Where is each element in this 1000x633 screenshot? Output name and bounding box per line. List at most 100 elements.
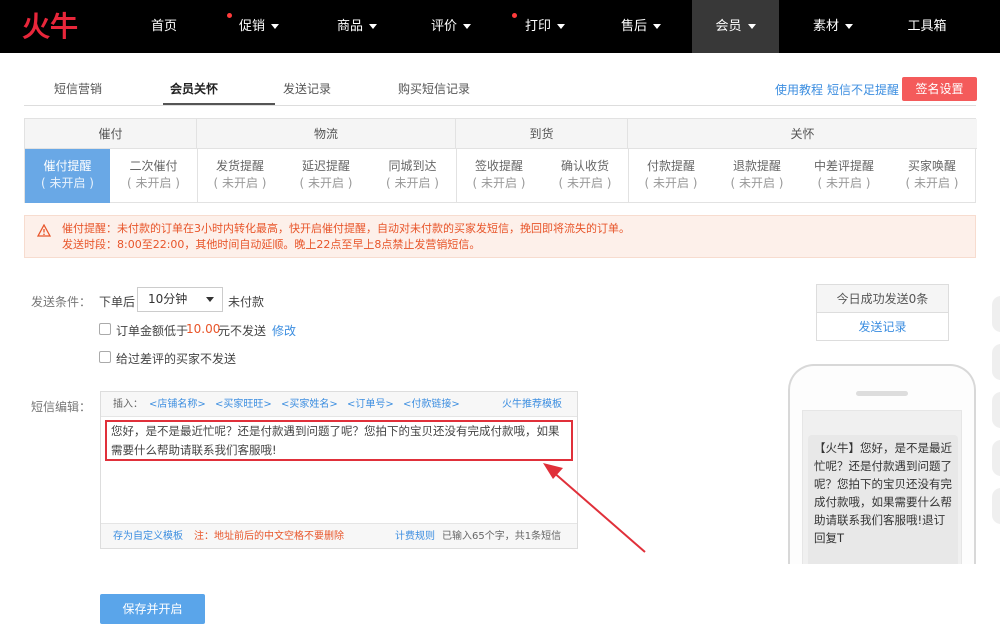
nav-home-label: 首页 (150, 19, 177, 34)
sms-content-textarea[interactable]: 您好，是不是最近忙呢？还是付款遇到问题了呢？您拍下的宝贝还没有完成付款哦，如果需… (105, 420, 573, 461)
tab-send-records[interactable]: 发送记录 (283, 80, 331, 97)
nav-material[interactable]: 素材 (800, 0, 866, 53)
chevron-down-icon (557, 24, 565, 29)
insert-label: 插入： (113, 399, 143, 410)
category-same-city[interactable]: 同城到达 ( 未开启 ) (369, 149, 456, 203)
top-navbar: 火牛 首页 促销 商品 评价 打印 售后 会员 素材 工具箱 (0, 0, 1000, 53)
insert-buyer-name[interactable]: <买家姓名> (281, 392, 338, 417)
category-label: 付款提醒 (646, 159, 695, 173)
save-and-enable-button[interactable]: 保存并开启 (100, 594, 205, 624)
warning-banner: 催付提醒：未付款的订单在3小时内转化最高，快开启催付提醒，自动对未付款的买家发短… (24, 215, 976, 258)
category-status: ( 未开启 ) (730, 176, 784, 190)
category-confirm-receipt[interactable]: 确认收货 ( 未开启 ) (542, 149, 628, 203)
nav-material-label: 素材 (812, 19, 839, 34)
recommended-template-link[interactable]: 火牛推荐模板 (502, 392, 562, 417)
amount-threshold-value: 10.00 (186, 322, 221, 336)
warning-icon (37, 224, 51, 237)
category-second-urge[interactable]: 二次催付 ( 未开启 ) (110, 149, 197, 203)
insert-pay-link[interactable]: <付款链接> (403, 392, 460, 417)
bad-review-checkbox[interactable] (99, 351, 111, 363)
category-refund[interactable]: 退款提醒 ( 未开启 ) (714, 149, 800, 203)
editor-toolbar: 插入： <店铺名称> <买家旺旺> <买家姓名> <订单号> <付款链接> 火牛… (101, 392, 577, 417)
category-label: 确认收货 (560, 159, 609, 173)
side-float-button[interactable] (992, 488, 1000, 524)
address-space-note: 注：地址前后的中文空格不要删除 (194, 531, 344, 542)
category-label: 延迟提醒 (301, 159, 350, 173)
side-float-button[interactable] (992, 392, 1000, 428)
nav-aftersale-label: 售后 (620, 19, 647, 34)
nav-promo[interactable]: 促销 (226, 0, 292, 53)
category-label: 催付提醒 (43, 159, 92, 173)
category-status: ( 未开启 ) (472, 176, 526, 190)
insert-buyer-wangwang[interactable]: <买家旺旺> (215, 392, 272, 417)
category-status: ( 未开启 ) (127, 176, 180, 190)
category-status: ( 未开启 ) (41, 176, 94, 190)
huoniu-logo[interactable]: 火牛 (22, 9, 88, 43)
nav-print[interactable]: 打印 (512, 0, 578, 53)
sms-edit-label: 短信编辑： (31, 400, 92, 414)
warning-line-2: 发送时段：8:00至22:00，其他时间自动延顺。晚上22点至早上8点禁止发营销… (62, 238, 481, 251)
chevron-down-icon (369, 24, 377, 29)
nav-toolbox[interactable]: 工具箱 (896, 0, 958, 53)
group-arrival: 到货 (456, 119, 628, 149)
nav-promo-label: 促销 (238, 19, 265, 34)
signature-settings-button[interactable]: 签名设置 (902, 77, 977, 101)
group-care: 关怀 (628, 119, 977, 149)
side-float-button[interactable] (992, 440, 1000, 476)
delay-select[interactable]: 10分钟 (137, 287, 223, 312)
nav-print-label: 打印 (524, 19, 551, 34)
nav-goods-label: 商品 (336, 19, 363, 34)
tutorial-link[interactable]: 使用教程 (775, 81, 823, 98)
nav-goods[interactable]: 商品 (324, 0, 390, 53)
chevron-down-icon (653, 24, 661, 29)
send-condition-label: 发送条件： (31, 295, 92, 309)
condition-suffix: 未付款 (228, 295, 265, 309)
delay-select-value: 10分钟 (148, 292, 188, 306)
category-payment[interactable]: 付款提醒 ( 未开启 ) (628, 149, 714, 203)
condition-prefix: 下单后 (99, 295, 136, 309)
side-float-button[interactable] (992, 344, 1000, 380)
amount-threshold-suffix: 元不发送 (218, 324, 267, 338)
phone-screen: 【火牛】您好，是不是最近忙呢？还是付款遇到问题了呢？您拍下的宝贝还没有完成付款哦… (802, 410, 962, 564)
editor-footer: 存为自定义模板 注：地址前后的中文空格不要删除 计费规则 已输入65个字，共1条… (101, 523, 577, 548)
category-label: 发货提醒 (215, 159, 264, 173)
category-label: 中差评提醒 (813, 159, 874, 173)
modify-amount-link[interactable]: 修改 (272, 322, 296, 339)
category-delay-notice[interactable]: 延迟提醒 ( 未开启 ) (283, 149, 369, 203)
tab-purchase-records[interactable]: 购买短信记录 (398, 80, 470, 97)
sms-preview-bubble: 【火牛】您好，是不是最近忙呢？还是付款遇到问题了呢？您拍下的宝贝还没有完成付款哦… (808, 435, 958, 564)
sms-shortage-link[interactable]: 短信不足提醒 (827, 81, 899, 98)
category-label: 二次催付 (129, 159, 178, 173)
send-record-link[interactable]: 发送记录 (817, 313, 948, 341)
chevron-down-icon (845, 24, 853, 29)
category-status: ( 未开启 ) (817, 176, 871, 190)
save-custom-template-link[interactable]: 存为自定义模板 (113, 524, 183, 549)
tab-member-care[interactable]: 会员关怀 (170, 80, 218, 97)
category-wake-buyer[interactable]: 买家唤醒 ( 未开启 ) (888, 149, 976, 203)
category-status: ( 未开启 ) (558, 176, 612, 190)
bad-review-label: 给过差评的买家不发送 (116, 352, 237, 366)
reminder-category-table: 催付 物流 到货 关怀 催付提醒 ( 未开启 ) 二次催付 ( 未开启 ) 发货… (24, 118, 977, 203)
category-bad-review[interactable]: 中差评提醒 ( 未开启 ) (800, 149, 888, 203)
chevron-down-icon (271, 24, 279, 29)
nav-review[interactable]: 评价 (418, 0, 484, 53)
side-float-button[interactable] (992, 296, 1000, 332)
category-label: 退款提醒 (732, 159, 781, 173)
category-signed[interactable]: 签收提醒 ( 未开启 ) (456, 149, 542, 203)
chevron-down-icon (463, 24, 471, 29)
category-label: 同城到达 (388, 159, 437, 173)
category-urge-pay[interactable]: 催付提醒 ( 未开启 ) (25, 149, 110, 203)
amount-threshold-checkbox[interactable] (99, 323, 111, 335)
nav-home[interactable]: 首页 (136, 0, 192, 53)
category-status: ( 未开启 ) (644, 176, 698, 190)
today-sent-box: 今日成功发送0条 发送记录 (816, 284, 949, 341)
insert-order-id[interactable]: <订单号> (347, 392, 394, 417)
sms-editor: 插入： <店铺名称> <买家旺旺> <买家姓名> <订单号> <付款链接> 火牛… (100, 391, 578, 549)
nav-aftersale[interactable]: 售后 (608, 0, 674, 53)
category-ship-notice[interactable]: 发货提醒 ( 未开启 ) (197, 149, 283, 203)
nav-member[interactable]: 会员 (692, 0, 779, 53)
tab-sms-marketing[interactable]: 短信营销 (54, 80, 102, 97)
insert-shop-name[interactable]: <店铺名称> (149, 392, 206, 417)
chevron-down-icon (747, 24, 756, 29)
billing-rules-link[interactable]: 计费规则 (395, 524, 435, 549)
